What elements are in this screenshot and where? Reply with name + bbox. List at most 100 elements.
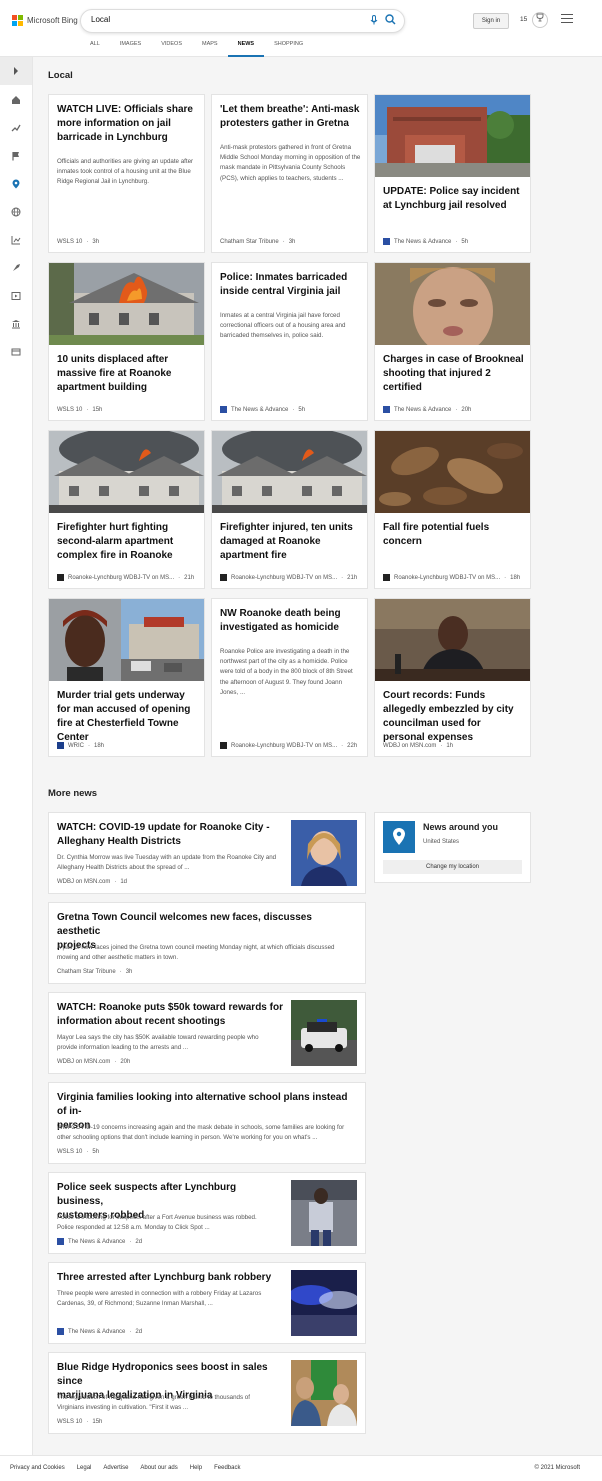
card-provider: Roanoke-Lynchburg WDBJ-TV on MS... · 18h	[383, 574, 520, 581]
rewards-points[interactable]: 15	[520, 16, 527, 23]
location-pin-icon	[383, 821, 415, 853]
item-title[interactable]: WATCH: Roanoke puts $50k toward rewards …	[57, 1001, 285, 1029]
footer-link-help[interactable]: Help	[190, 1465, 202, 1471]
card-title[interactable]: 10 units displaced after massive fire at…	[57, 353, 198, 395]
card-provider: The News & Advance · 5h	[220, 406, 305, 413]
home-icon[interactable]	[11, 95, 21, 105]
provider-logo-icon	[220, 406, 227, 413]
expand-icon[interactable]	[11, 66, 21, 76]
tab-all[interactable]: ALL	[80, 41, 110, 57]
news-card[interactable]: Firefighter injured, ten units damaged a…	[211, 430, 368, 589]
tab-videos[interactable]: VIDEOS	[151, 41, 192, 57]
more-news-title: More news	[48, 788, 98, 799]
card-snippet: Inmates at a central Virginia jail have …	[220, 312, 346, 340]
news-card[interactable]: Murder trial gets underway for man accus…	[48, 598, 205, 757]
card-title[interactable]: Police: Inmates barricaded inside centra…	[220, 271, 361, 299]
card-image-woman-crying[interactable]	[375, 263, 530, 345]
item-provider: WSLS 10 · 5h	[57, 1149, 100, 1155]
item-snippet: A pair of new faces joined the Gretna to…	[57, 944, 335, 961]
tab-maps[interactable]: MAPS	[192, 41, 228, 57]
footer-link-feedback[interactable]: Feedback	[214, 1465, 240, 1471]
card-image-apartment-fire[interactable]	[49, 263, 204, 345]
flag-icon[interactable]	[11, 151, 21, 161]
item-thumbnail-doctor[interactable]	[291, 820, 357, 886]
card-image-jail-building[interactable]	[375, 95, 530, 177]
search-input[interactable]: Local	[91, 15, 110, 24]
footer-link-about-ads[interactable]: About our ads	[140, 1465, 177, 1471]
finance-icon[interactable]	[11, 235, 21, 245]
news-card[interactable]: WATCH LIVE: Officials share more informa…	[48, 94, 205, 253]
tab-shopping[interactable]: SHOPPING	[264, 41, 313, 57]
card-image-apartment-smoke[interactable]	[49, 431, 204, 513]
science-icon[interactable]	[11, 263, 21, 273]
provider-logo-icon	[383, 406, 390, 413]
footer-link-privacy[interactable]: Privacy and Cookies	[10, 1465, 65, 1471]
bing-logo[interactable]: Microsoft Bing	[12, 15, 78, 26]
search-box[interactable]: Local	[80, 9, 405, 33]
provider-logo-icon	[220, 742, 227, 749]
footer-link-legal[interactable]: Legal	[77, 1465, 92, 1471]
news-card[interactable]: Charges in case of Brookneal shooting th…	[374, 262, 531, 421]
card-provider: Chatham Star Tribune · 3h	[220, 239, 296, 245]
sidebar-expand[interactable]	[0, 57, 32, 85]
card-title[interactable]: Firefighter injured, ten units damaged a…	[220, 521, 361, 563]
card-title[interactable]: Fall fire potential fuels concern	[383, 521, 524, 549]
item-thumbnail-police-car[interactable]	[291, 1000, 357, 1066]
rewards-trophy-icon[interactable]	[532, 12, 548, 28]
footer-link-advertise[interactable]: Advertise	[103, 1465, 128, 1471]
more-icon[interactable]	[11, 347, 21, 357]
card-title[interactable]: Court records: Funds allegedly embezzled…	[383, 689, 524, 745]
search-icon[interactable]	[385, 14, 396, 28]
card-image-dry-leaves[interactable]	[375, 431, 530, 513]
card-title[interactable]: Murder trial gets underway for man accus…	[57, 689, 198, 745]
news-list-item[interactable]: WATCH: Roanoke puts $50k toward rewards …	[48, 992, 366, 1074]
card-title[interactable]: Charges in case of Brookneal shooting th…	[383, 353, 524, 395]
news-card[interactable]: NW Roanoke death being investigated as h…	[211, 598, 368, 757]
news-list-item[interactable]: Blue Ridge Hydroponics sees boost in sal…	[48, 1352, 366, 1434]
microphone-icon[interactable]	[370, 15, 378, 28]
card-image-councilman[interactable]	[375, 599, 530, 681]
news-list-item[interactable]: Gretna Town Council welcomes new faces, …	[48, 902, 366, 984]
item-snippet: Police are looking for suspects after a …	[57, 1214, 257, 1231]
news-card[interactable]: Fall fire potential fuels concern Roanok…	[374, 430, 531, 589]
trending-icon[interactable]	[11, 123, 21, 133]
location-icon[interactable]	[11, 179, 21, 189]
news-card[interactable]: Firefighter hurt fighting second-alarm a…	[48, 430, 205, 589]
card-snippet: Anti-mask protestors gathered in front o…	[220, 144, 361, 182]
news-card[interactable]: 10 units displaced after massive fire at…	[48, 262, 205, 421]
globe-icon[interactable]	[11, 207, 21, 217]
copyright: © 2021 Microsoft	[534, 1465, 580, 1471]
tab-images[interactable]: IMAGES	[110, 41, 151, 57]
change-location-button[interactable]: Change my location	[383, 860, 522, 874]
card-provider: WDBJ on MSN.com · 1h	[383, 743, 454, 749]
card-image-mugshot-mall[interactable]	[49, 599, 204, 681]
hamburger-menu-icon[interactable]	[561, 14, 573, 26]
news-list-item[interactable]: Police seek suspects after Lynchburg bus…	[48, 1172, 366, 1254]
card-title[interactable]: NW Roanoke death being investigated as h…	[220, 607, 361, 635]
item-thumbnail-surveillance[interactable]	[291, 1180, 357, 1246]
card-title[interactable]: WATCH LIVE: Officials share more informa…	[57, 103, 198, 145]
news-card[interactable]: Police: Inmates barricaded inside centra…	[211, 262, 368, 421]
card-title[interactable]: Firefighter hurt fighting second-alarm a…	[57, 521, 198, 563]
provider-logo-icon	[383, 238, 390, 245]
news-list-item[interactable]: WATCH: COVID-19 update for Roanoke City …	[48, 812, 366, 894]
news-card[interactable]: UPDATE: Police say incident at Lynchburg…	[374, 94, 531, 253]
category-sidebar	[0, 57, 33, 1455]
politics-icon[interactable]	[11, 319, 21, 329]
entertainment-icon[interactable]	[11, 291, 21, 301]
sign-in-button[interactable]: Sign in	[473, 13, 509, 29]
tab-news[interactable]: NEWS	[227, 41, 265, 57]
card-title[interactable]: UPDATE: Police say incident at Lynchburg…	[383, 185, 524, 213]
news-card[interactable]: Court records: Funds allegedly embezzled…	[374, 598, 531, 757]
news-list-item[interactable]: Virginia families looking into alternati…	[48, 1082, 366, 1164]
item-thumbnail-hydroponics[interactable]	[291, 1360, 357, 1426]
item-snippet: Mayor Lea says the city has $50K availab…	[57, 1034, 259, 1051]
item-title[interactable]: Three arrested after Lynchburg bank robb…	[57, 1271, 285, 1285]
item-thumbnail-police-lights[interactable]	[291, 1270, 357, 1336]
news-card[interactable]: 'Let them breathe': Anti-mask protesters…	[211, 94, 368, 253]
news-list-item[interactable]: Three arrested after Lynchburg bank robb…	[48, 1262, 366, 1344]
item-provider: WSLS 10 · 15h	[57, 1419, 103, 1425]
card-title[interactable]: 'Let them breathe': Anti-mask protesters…	[220, 103, 361, 131]
card-image-apartment-smoke[interactable]	[212, 431, 367, 513]
item-title[interactable]: WATCH: COVID-19 update for Roanoke City …	[57, 821, 285, 849]
